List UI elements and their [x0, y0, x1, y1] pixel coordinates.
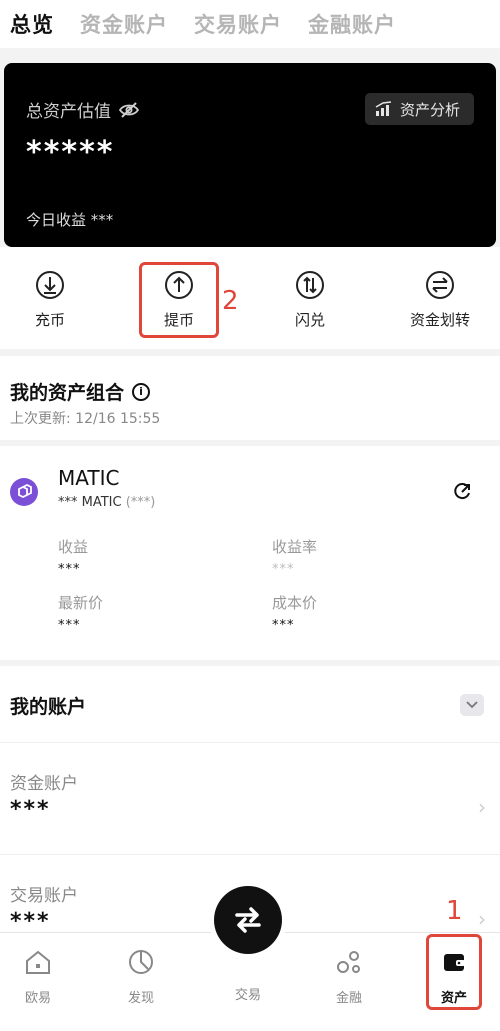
quick-actions: 充币 提币 闪兑 资金划转	[0, 247, 500, 349]
transfer-action[interactable]: 资金划转	[400, 269, 480, 330]
account-row-funding[interactable]: 资金账户 *** ›	[0, 742, 500, 854]
total-assets-text: 总资产估值	[26, 102, 111, 122]
account-label: 资金账户	[10, 774, 78, 794]
transfer-label: 资金划转	[409, 311, 470, 329]
metric-label: 成本价	[272, 594, 318, 612]
total-assets-value: *****	[26, 135, 115, 170]
deposit-label: 充币	[34, 311, 65, 329]
nav-finance-label: 金融	[335, 991, 362, 1006]
collapse-toggle[interactable]	[460, 694, 484, 716]
account-value: ***	[10, 797, 51, 822]
assets-highlight-box	[426, 934, 482, 1010]
deposit-action[interactable]: 充币	[10, 269, 90, 330]
metric-value: ***	[58, 618, 81, 633]
chevron-right-icon: ›	[478, 795, 486, 819]
metric-label: 收益	[58, 538, 89, 556]
nav-trade-label: 交易	[234, 988, 261, 1003]
my-accounts-header: 我的账户	[0, 666, 500, 742]
chevron-down-icon	[466, 701, 478, 709]
nav-home-label: 欧易	[24, 991, 51, 1006]
chevron-right-icon: ›	[478, 907, 486, 931]
swap-action[interactable]: 闪兑	[270, 269, 350, 330]
tab-funding-account[interactable]: 资金账户	[80, 9, 168, 39]
today-earnings: 今日收益 ***	[26, 211, 114, 229]
swap-icon	[296, 271, 324, 299]
trade-icon	[235, 907, 261, 933]
asset-summary-card: 总资产估值 ***** 资产分析 今日收益 ***	[4, 63, 496, 247]
coin-amount-value: (***)	[125, 495, 156, 510]
metric-label: 收益率	[272, 538, 318, 556]
trade-button[interactable]	[214, 886, 282, 954]
step-2-label: 2	[222, 286, 239, 316]
account-value: ***	[10, 909, 51, 934]
asset-analysis-button[interactable]: 资产分析	[364, 93, 474, 125]
transfer-icon	[426, 271, 454, 299]
tab-overview[interactable]: 总览	[10, 9, 54, 39]
nav-home[interactable]: 欧易	[8, 947, 68, 1006]
metric-label: 最新价	[58, 594, 104, 612]
discover-icon	[129, 950, 153, 974]
portfolio-header: 我的资产组合 i 上次更新: 12/16 15:55	[0, 356, 500, 440]
analysis-chart-icon	[375, 101, 392, 116]
withdraw-highlight-box	[139, 262, 219, 338]
finance-icon	[337, 951, 360, 973]
coin-amount: *** MATIC	[58, 495, 122, 510]
edit-cost-icon[interactable]	[452, 482, 472, 502]
portfolio-title: 我的资产组合	[10, 382, 125, 404]
nav-discover[interactable]: 发现	[111, 947, 171, 1006]
nav-discover-label: 发现	[127, 991, 154, 1006]
deposit-icon	[36, 271, 64, 299]
tab-trading-account[interactable]: 交易账户	[194, 9, 282, 39]
tab-finance-account[interactable]: 金融账户	[308, 9, 396, 39]
coin-amount-row: *** MATIC (***)	[58, 495, 155, 510]
portfolio-title-row: 我的资产组合 i	[10, 378, 151, 405]
swap-label: 闪兑	[294, 311, 325, 329]
step-1-label: 1	[446, 896, 463, 926]
metric-value: ***	[272, 618, 295, 633]
matic-logo-icon	[10, 478, 38, 506]
account-tabs: 总览 资金账户 交易账户 金融账户	[0, 0, 500, 48]
coin-name: MATIC	[58, 466, 120, 490]
asset-item-matic[interactable]: MATIC *** MATIC (***) 收益 *** 收益率 *** 最新价…	[0, 446, 500, 660]
info-icon[interactable]: i	[132, 382, 151, 401]
account-label: 交易账户	[10, 886, 78, 906]
asset-analysis-label: 资产分析	[399, 100, 460, 119]
nav-finance[interactable]: 金融	[319, 947, 379, 1006]
my-accounts-title: 我的账户	[10, 696, 87, 718]
metric-value: ***	[272, 562, 295, 577]
total-assets-label: 总资产估值	[26, 97, 139, 122]
portfolio-last-updated: 上次更新: 12/16 15:55	[10, 411, 161, 427]
home-icon	[26, 950, 50, 974]
metric-value: ***	[58, 562, 81, 577]
hide-eye-icon[interactable]	[119, 101, 139, 118]
